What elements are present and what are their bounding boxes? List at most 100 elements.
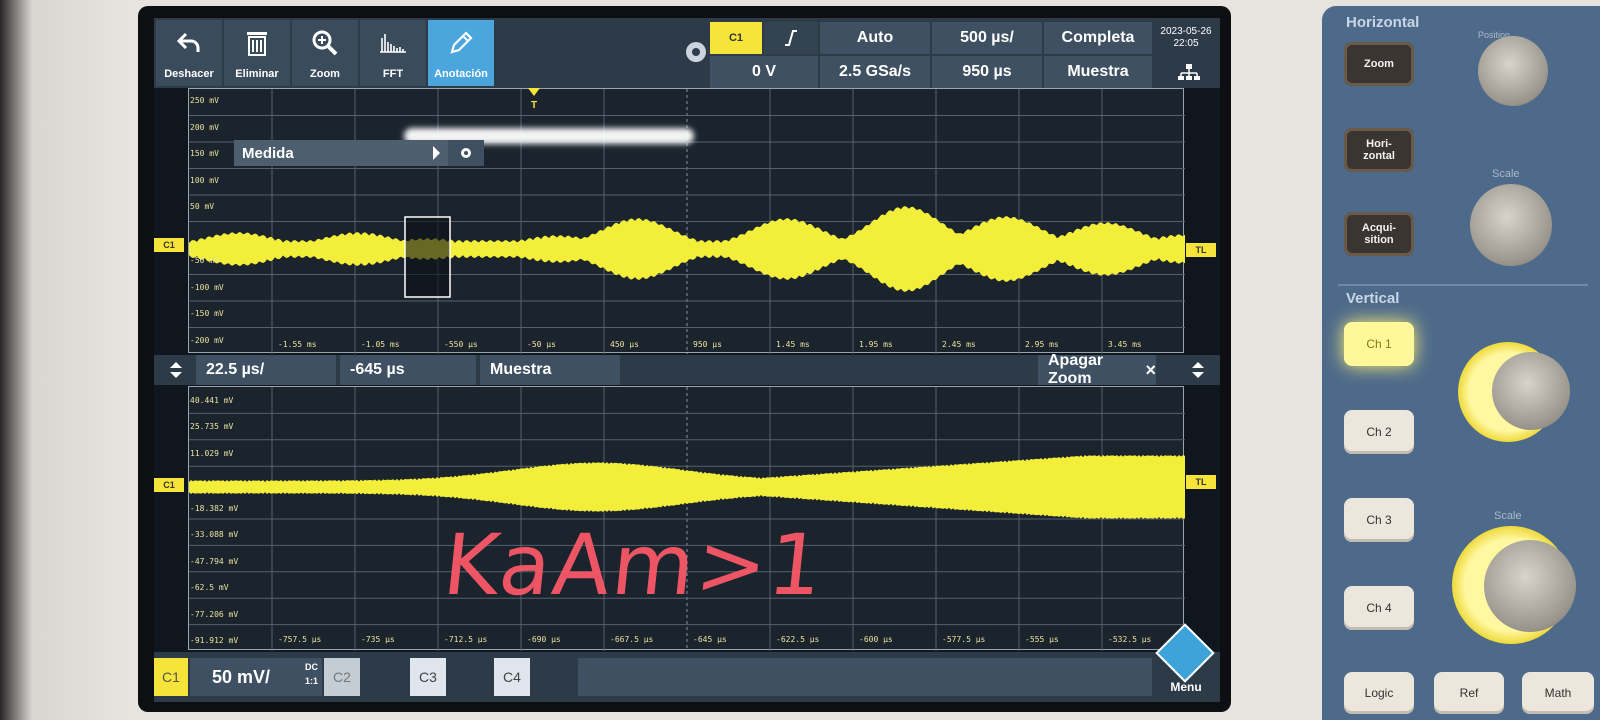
undo-label: Deshacer [164,68,214,80]
x-tick-label: 450 µs [610,340,639,349]
zoom-mode[interactable]: Muestra [480,355,620,385]
settings-gear-icon[interactable] [686,42,706,62]
close-icon[interactable]: × [1145,360,1156,381]
trigger-source[interactable]: C1 [710,22,762,54]
acquisition-hw-button[interactable]: Acqui- sition [1344,212,1414,256]
vertical-position-knob[interactable] [1492,352,1570,430]
horizontal-position-knob[interactable] [1478,36,1548,106]
ch1-scale-value: 50 mV/ [212,666,271,687]
x-tick-label: 3.45 ms [1108,340,1142,349]
undo-icon [156,26,222,60]
ch3-tab[interactable]: C3 [410,658,446,696]
x-tick-label: 2.95 ms [1025,340,1059,349]
x-tick-label: -550 µs [444,340,478,349]
zoom-updown-right-icon[interactable] [1188,358,1208,382]
ch1-tab[interactable]: C1 [154,658,188,696]
math-hw-button[interactable]: Math [1522,672,1594,714]
timebase-position[interactable]: 950 µs [932,56,1042,88]
y-tick-label: 200 mV [190,122,219,132]
toolbar: Deshacer Eliminar Zoom FFT Anotación C1 … [154,18,1220,88]
trigger-mode[interactable]: Auto [820,22,930,54]
delete-button[interactable]: Eliminar [224,20,290,86]
x-tick-label: -577.5 µs [942,635,986,644]
ch4-hw-button[interactable]: Ch 4 [1344,586,1414,630]
zoom-window[interactable] [404,216,451,298]
y-tick-label: -50 mV [190,256,219,265]
vertical-scale-knob[interactable] [1484,540,1576,632]
x-tick-label: -622.5 µs [776,635,820,644]
y-tick-label: -18.382 mV [190,504,239,513]
vertical-section-title: Vertical [1346,290,1400,307]
x-tick-label: -1.55 ms [278,340,317,349]
undo-button[interactable]: Deshacer [156,20,222,86]
trigger-level[interactable]: 0 V [710,56,818,88]
y-tick-label: -62.5 mV [190,583,229,593]
coupling-text: DC [305,662,318,672]
ch2-hw-button[interactable]: Ch 2 [1344,410,1414,454]
channel-marker-top[interactable]: C1 [154,238,184,252]
y-tick-label: -150 mV [190,309,224,318]
zoom-position[interactable]: -645 µs [340,355,476,385]
fft-button[interactable]: FFT [360,20,426,86]
y-tick-label: 11.029 mV [190,448,234,458]
y-tick-label: 25.735 mV [190,422,234,432]
network-icon [1178,64,1200,80]
handwritten-annotation[interactable]: KaAm>1 [439,516,830,614]
annotation-button[interactable]: Anotación [428,20,494,86]
channel-marker-bottom[interactable]: C1 [154,478,184,492]
y-tick-label: -33.088 mV [190,530,239,540]
zoom-scale[interactable]: 22.5 µs/ [196,355,336,385]
timebase-scale[interactable]: 500 µs/ [932,22,1042,54]
x-tick-label: -600 µs [859,635,893,644]
y-tick-label: 250 mV [190,96,219,105]
pencil-icon [428,26,494,60]
x-tick-label: -735 µs [361,635,395,644]
horizontal-hw-button[interactable]: Hori- zontal [1344,128,1414,172]
zoom-off-label: Apagar Zoom [1048,352,1104,387]
x-tick-label: -532.5 µs [1108,635,1152,644]
y-tick-label: -47.794 mV [190,556,239,566]
zoom-off-button[interactable]: Apagar Zoom × [1038,352,1156,387]
x-tick-label: -757.5 µs [278,635,322,644]
y-tick-label: 100 mV [190,175,219,185]
trigger-edge-icon[interactable] [764,22,818,54]
ch4-tab[interactable]: C4 [494,658,530,696]
channel-bar: C1 50 mV/ DC 1:1 C2 C3 C4 [154,652,1220,702]
measure-label: Medida [242,144,294,162]
x-tick-label: -1.05 ms [361,340,400,349]
x-tick-label: 950 µs [693,340,722,349]
datetime: 2023-05-26 22:05 [1154,26,1218,50]
logic-hw-button[interactable]: Logic [1344,672,1414,714]
menu-label[interactable]: Menu [1166,680,1206,694]
trash-icon [224,26,290,60]
trigger-marker-label: T [531,100,537,110]
zoom-button[interactable]: Zoom [292,20,358,86]
zoom-updown-left-icon[interactable] [166,358,186,382]
ch2-tab[interactable]: C2 [324,658,360,696]
sample-rate[interactable]: 2.5 GSa/s [820,56,930,88]
sampling-mode[interactable]: Muestra [1044,56,1152,88]
zoom-hw-button[interactable]: Zoom [1344,42,1414,86]
empty-slot [578,658,1152,696]
y-tick-label: 50 mV [190,202,215,211]
x-tick-label: 1.95 ms [859,340,893,349]
horizontal-scale-label: Scale [1492,168,1520,180]
scope-screen: Deshacer Eliminar Zoom FFT Anotación C1 … [154,18,1220,702]
measure-panel[interactable]: Medida [234,140,484,166]
ch3-hw-button[interactable]: Ch 3 [1344,498,1414,542]
acquisition-mode[interactable]: Completa [1044,22,1152,54]
play-icon[interactable] [433,146,440,160]
trigger-level-marker-bottom[interactable]: TL [1186,475,1216,489]
ref-hw-button[interactable]: Ref [1434,672,1504,714]
annotation-label: Anotación [434,68,488,80]
trigger-level-marker-top[interactable]: TL [1186,243,1216,257]
ch1-hw-button[interactable]: Ch 1 [1344,322,1414,366]
fft-icon [360,26,426,60]
vertical-scale-label: Scale [1494,510,1522,522]
horizontal-scale-knob[interactable] [1470,184,1552,266]
measure-settings-gear-icon[interactable] [448,140,484,166]
y-tick-label: -77.206 mV [190,609,239,619]
y-tick-label: -91.912 mV [190,636,239,645]
ch1-scale[interactable]: 50 mV/ DC 1:1 [190,658,322,696]
trigger-position-marker[interactable]: T [527,88,541,111]
